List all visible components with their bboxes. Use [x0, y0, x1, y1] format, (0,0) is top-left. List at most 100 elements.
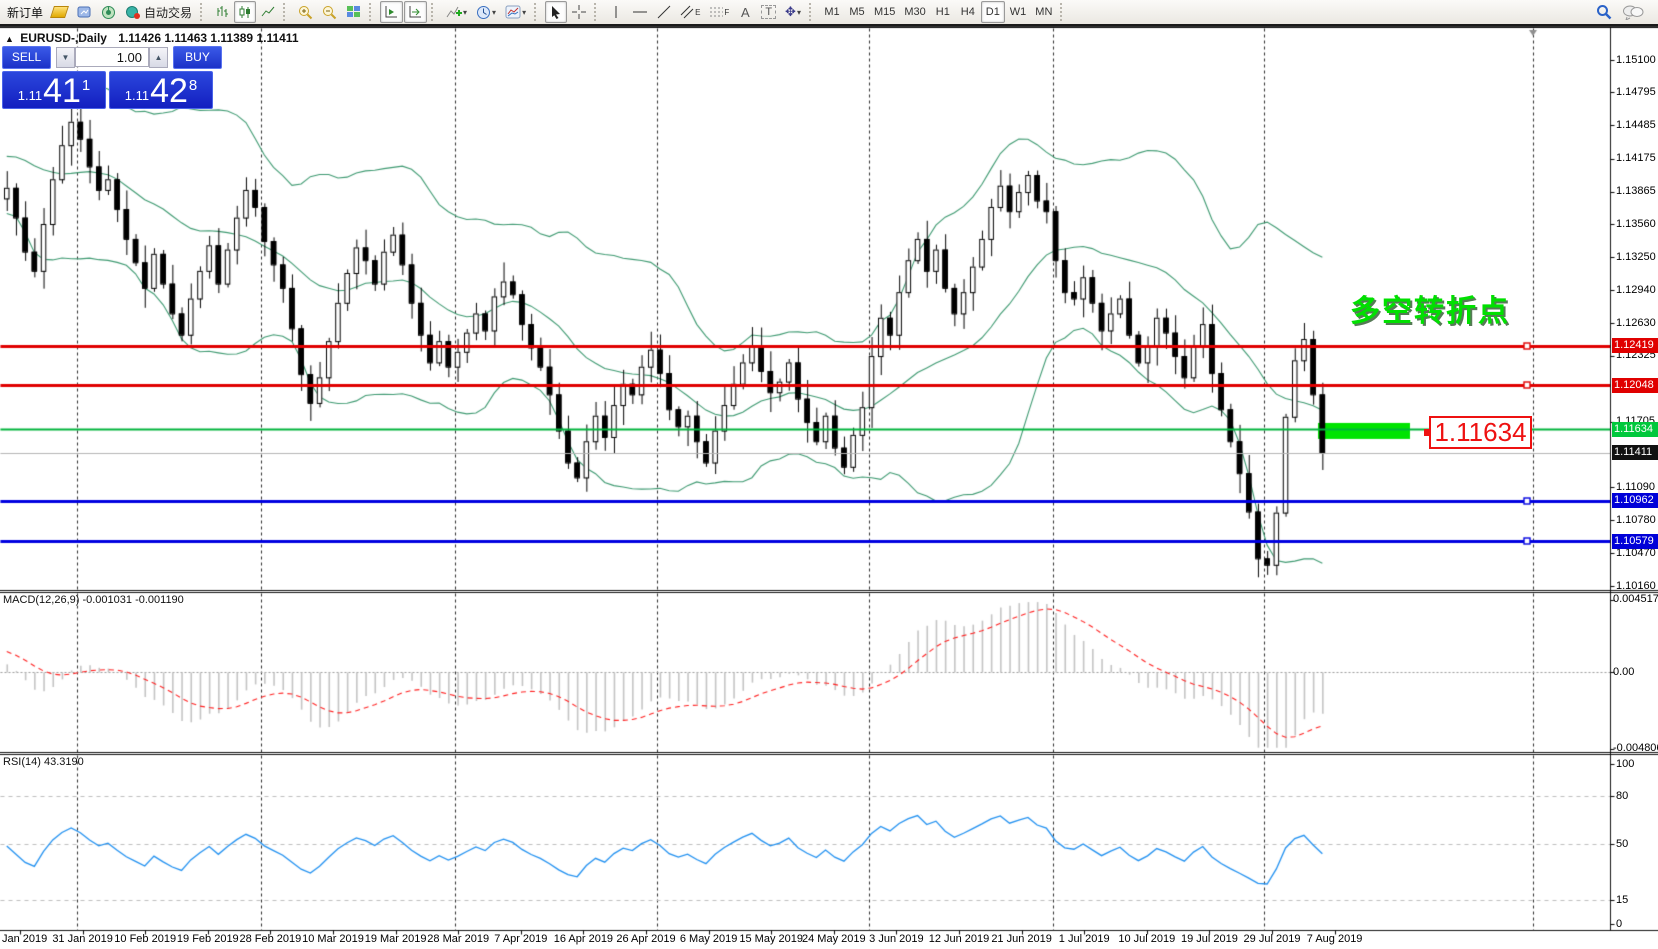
bar-chart-button[interactable] — [211, 1, 233, 23]
price-axis-tick-label: 1.12940 — [1616, 284, 1656, 296]
trendline-icon — [657, 5, 671, 19]
price-line-tag: 1.10579 — [1612, 534, 1658, 549]
market-watch-button[interactable] — [72, 1, 96, 23]
price-axis-tick-label: 1.11090 — [1616, 481, 1655, 493]
callout-handle — [1424, 429, 1431, 436]
sell-price-tile[interactable]: 1.11 41 1 — [2, 71, 106, 109]
volume-input[interactable] — [75, 47, 149, 67]
periods-button[interactable]: ▾ — [472, 1, 500, 23]
dropdown-arrow-icon: ▾ — [797, 8, 801, 17]
autotrading-button[interactable]: 自动交易 — [121, 1, 196, 23]
line-chart-icon — [261, 5, 275, 19]
chart-shift-button[interactable] — [404, 1, 427, 23]
rsi-axis-tick-label: 100 — [1616, 758, 1634, 770]
mt4-window: 新订单 自动交易 ▾ ▾ ▾ E F A T ✥▾ — [0, 0, 1658, 949]
tab-timeframe-h4[interactable]: H4 — [956, 1, 980, 23]
equidistant-channel-button[interactable]: E — [676, 1, 704, 23]
new-order-button[interactable]: 新订单 — [3, 1, 47, 23]
price-line-tag: 1.11411 — [1612, 445, 1658, 460]
callout-price-text: 1.11634 — [1434, 417, 1526, 447]
trendline-button[interactable] — [653, 1, 675, 23]
tab-timeframe-m30[interactable]: M30 — [900, 1, 929, 23]
vertical-line-button[interactable] — [605, 1, 627, 23]
chat-icon — [1622, 4, 1644, 20]
fibonacci-button[interactable]: F — [705, 1, 733, 23]
price-callout-box[interactable]: 1.11634 — [1429, 416, 1532, 449]
tab-timeframe-m1[interactable]: M1 — [820, 1, 844, 23]
tab-timeframe-mn[interactable]: MN — [1031, 1, 1056, 23]
date-axis-label: 6 May 2019 — [680, 933, 737, 945]
zoom-in-icon — [298, 5, 313, 20]
tile-windows-button[interactable] — [342, 1, 365, 23]
templates-button[interactable]: ▾ — [501, 1, 530, 23]
date-axis-label: 31 Jan 2019 — [52, 933, 113, 945]
zoom-out-button[interactable] — [318, 1, 341, 23]
rsi-axis-tick-label: 15 — [1616, 894, 1628, 906]
buy-button[interactable]: BUY — [173, 46, 222, 69]
one-click-trade-panel: SELL ▼ ▲ BUY 1.11 41 1 1.11 42 8 — [2, 46, 222, 109]
signals-button[interactable] — [97, 1, 120, 23]
zoom-in-button[interactable] — [294, 1, 317, 23]
price-axis-tick-label: 1.13560 — [1616, 218, 1656, 230]
autotrading-icon — [125, 5, 141, 20]
date-axis-label: 10 Mar 2019 — [302, 933, 364, 945]
horizontal-line-button[interactable] — [628, 1, 652, 23]
search-button[interactable] — [1596, 4, 1612, 20]
templates-icon — [505, 5, 521, 19]
tab-timeframe-d1[interactable]: D1 — [981, 1, 1005, 23]
tab-timeframe-h1[interactable]: H1 — [931, 1, 955, 23]
price-axis-tick-label: 1.14485 — [1616, 119, 1656, 131]
auto-scroll-button[interactable] — [380, 1, 403, 23]
text-label-button[interactable]: T — [757, 1, 780, 23]
chat-button[interactable] — [1622, 4, 1644, 20]
crosshair-icon — [572, 5, 586, 19]
rsi-pane-label: RSI(14) 43.3190 — [3, 756, 84, 768]
date-axis-label: 16 Apr 2019 — [554, 933, 613, 945]
date-axis-label: 3 Jun 2019 — [869, 933, 923, 945]
sell-price-big: 41 — [43, 76, 81, 106]
signals-icon — [101, 5, 116, 20]
auto-scroll-icon — [384, 5, 399, 19]
text-tool-button[interactable]: A — [734, 1, 756, 23]
candlestick-chart-button[interactable] — [234, 1, 256, 23]
dropdown-arrow-icon: ▾ — [522, 8, 526, 17]
label-tool-glyph: T — [761, 5, 776, 19]
price-axis-tick-label: 1.12630 — [1616, 317, 1656, 329]
date-axis-label: 10 Jul 2019 — [1118, 933, 1175, 945]
line-chart-button[interactable] — [257, 1, 279, 23]
ohlc-values: 1.11426 1.11463 1.11389 1.11411 — [118, 31, 298, 45]
cursor-button[interactable] — [545, 1, 567, 23]
volume-increase-button[interactable]: ▲ — [149, 47, 168, 68]
main-toolbar: 新订单 自动交易 ▾ ▾ ▾ E F A T ✥▾ — [0, 0, 1658, 26]
buy-price-prefix: 1.11 — [125, 88, 149, 103]
trend-turning-point-annotation[interactable]: 多空转折点 — [1350, 286, 1510, 330]
date-axis-label: 1 Jul 2019 — [1059, 933, 1110, 945]
rsi-axis-tick-label: 80 — [1616, 790, 1628, 802]
crosshair-button[interactable] — [568, 1, 590, 23]
volume-decrease-button[interactable]: ▼ — [56, 47, 75, 68]
tab-timeframe-w1[interactable]: W1 — [1006, 1, 1031, 23]
toolbar-grip — [534, 3, 541, 21]
autotrading-label: 自动交易 — [144, 4, 192, 21]
indicators-button[interactable]: ▾ — [442, 1, 471, 23]
price-chart-canvas[interactable] — [0, 0, 1658, 949]
tab-timeframe-m5[interactable]: M5 — [845, 1, 869, 23]
candlestick-chart-icon — [238, 5, 252, 19]
styler-icon[interactable] — [48, 1, 71, 23]
sell-button[interactable]: SELL — [2, 46, 51, 69]
market-watch-icon — [76, 5, 92, 19]
vertical-line-icon — [611, 5, 621, 19]
arrows-button[interactable]: ✥▾ — [781, 1, 805, 23]
date-axis-label: 28 Feb 2019 — [240, 933, 302, 945]
sell-price-sup: 1 — [82, 77, 90, 94]
buy-price-tile[interactable]: 1.11 42 8 — [109, 71, 213, 109]
dropdown-arrow-icon: ▾ — [492, 8, 496, 17]
tab-timeframe-m15[interactable]: M15 — [870, 1, 899, 23]
macd-axis-tick-label: 0.00 — [1613, 666, 1634, 678]
date-axis-label: 26 Apr 2019 — [616, 933, 675, 945]
symbol-period-label: EURUSD-,Daily — [20, 31, 107, 45]
rsi-axis-tick-label: 50 — [1616, 838, 1628, 850]
window-icon: ▲ — [5, 34, 14, 44]
macd-pane-label: MACD(12,26,9) -0.001031 -0.001190 — [3, 594, 184, 606]
date-axis-label: 10 Feb 2019 — [114, 933, 176, 945]
